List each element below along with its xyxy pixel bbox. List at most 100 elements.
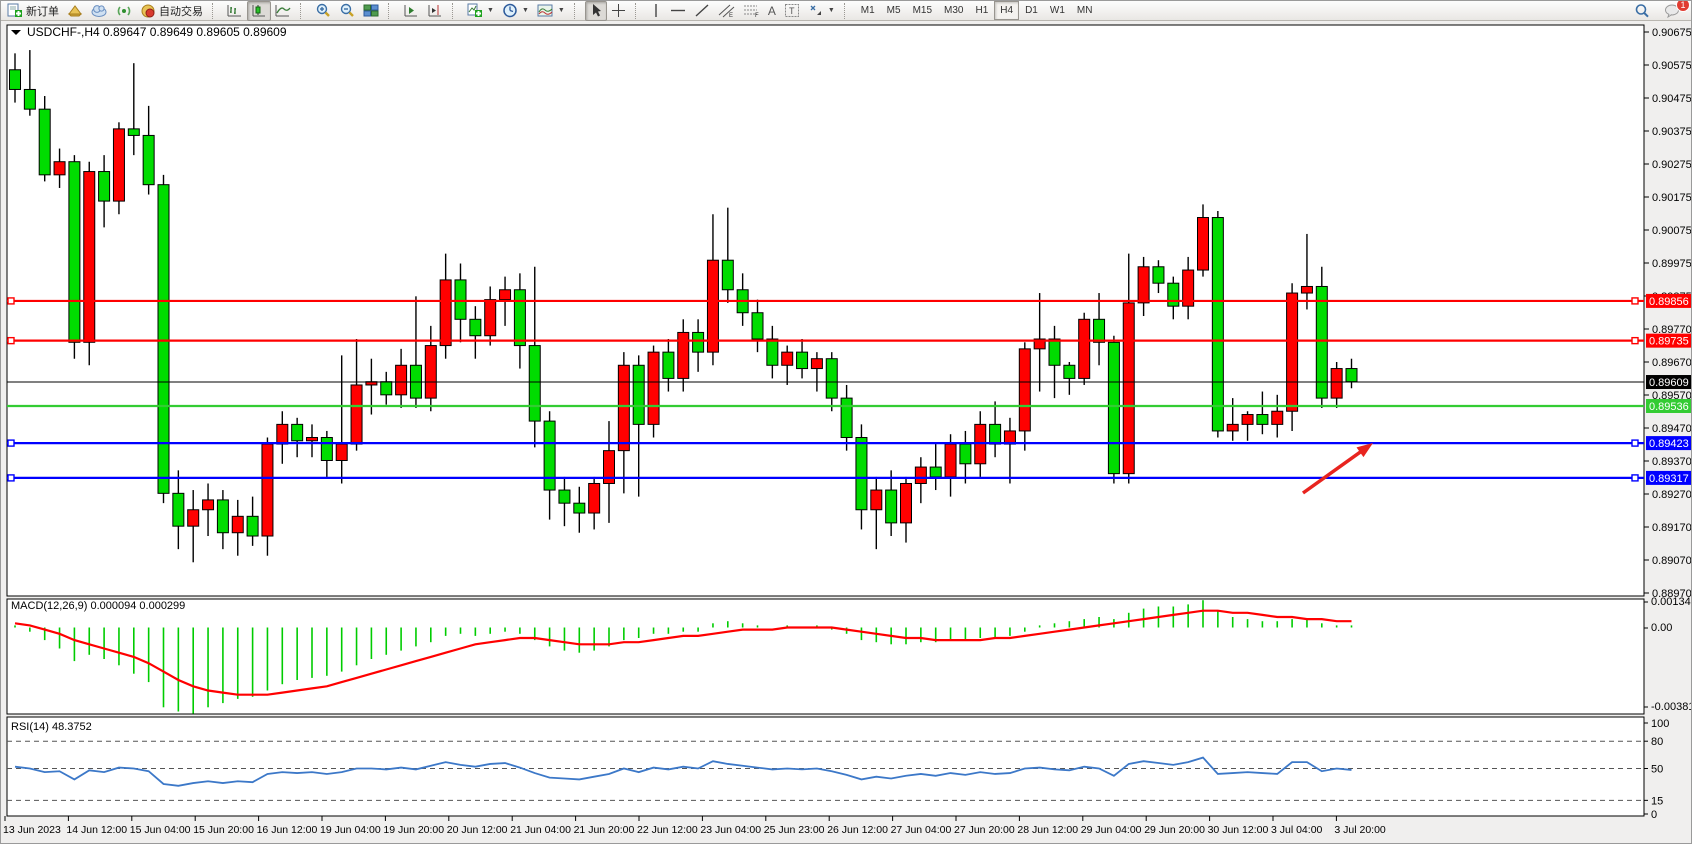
line-handle[interactable] bbox=[8, 440, 14, 446]
zoom-in-button[interactable] bbox=[311, 1, 335, 21]
svg-text:13 Jun 2023: 13 Jun 2023 bbox=[3, 824, 61, 836]
svg-text:0.89370: 0.89370 bbox=[1652, 456, 1692, 468]
candle-body bbox=[217, 500, 228, 533]
toolbar-separator bbox=[300, 3, 308, 19]
chart-shift-button[interactable] bbox=[423, 1, 447, 21]
candle-body bbox=[203, 500, 214, 510]
line-handle[interactable] bbox=[8, 338, 14, 344]
text-tool-icon: A bbox=[768, 4, 776, 18]
candle-body bbox=[1242, 415, 1253, 425]
fibonacci-tool-button[interactable]: F bbox=[739, 1, 764, 21]
bar-chart-icon bbox=[227, 3, 243, 18]
tf-m30-button[interactable]: M30 bbox=[938, 1, 969, 20]
crosshair-tool-button[interactable] bbox=[607, 1, 630, 21]
tf-m15-button[interactable]: M15 bbox=[907, 1, 938, 20]
candle-body bbox=[782, 352, 793, 365]
candle-body bbox=[1331, 369, 1342, 399]
candle-body bbox=[24, 89, 35, 109]
line-handle[interactable] bbox=[8, 475, 14, 481]
svg-text:19 Jun 20:00: 19 Jun 20:00 bbox=[383, 824, 444, 836]
tf-d1-button[interactable]: D1 bbox=[1019, 1, 1044, 20]
horizontal-line-tool-button[interactable] bbox=[666, 1, 690, 21]
line-chart-icon bbox=[275, 3, 291, 18]
candle-body bbox=[99, 172, 110, 202]
tf-m5-button[interactable]: M5 bbox=[881, 1, 907, 20]
arrows-tool-button[interactable]: ▼ bbox=[804, 1, 839, 21]
svg-text:28 Jun 12:00: 28 Jun 12:00 bbox=[1017, 824, 1078, 836]
periods-button[interactable]: ▼ bbox=[498, 1, 533, 21]
candle-body bbox=[915, 467, 926, 483]
svg-text:23 Jun 04:00: 23 Jun 04:00 bbox=[700, 824, 761, 836]
svg-text:21 Jun 04:00: 21 Jun 04:00 bbox=[510, 824, 571, 836]
gold-icon bbox=[67, 3, 83, 18]
candle-body bbox=[856, 438, 867, 510]
text-tool-button[interactable]: A bbox=[764, 1, 780, 21]
svg-text:29 Jun 20:00: 29 Jun 20:00 bbox=[1144, 824, 1205, 836]
line-chart-type-button[interactable] bbox=[271, 1, 295, 21]
candle-body bbox=[1019, 349, 1030, 431]
trendline-tool-button[interactable] bbox=[690, 1, 714, 21]
candle-body bbox=[1153, 267, 1164, 283]
svg-text:20 Jun 12:00: 20 Jun 12:00 bbox=[447, 824, 508, 836]
svg-text:0: 0 bbox=[1651, 809, 1657, 821]
chart-shift-icon bbox=[427, 3, 443, 18]
line-handle[interactable] bbox=[1632, 475, 1638, 481]
signal-button[interactable] bbox=[112, 1, 136, 21]
candle-body bbox=[767, 339, 778, 365]
candle-body bbox=[960, 444, 971, 464]
candle-body bbox=[752, 313, 763, 339]
templates-button[interactable]: ▼ bbox=[533, 1, 569, 21]
tf-m1-button[interactable]: M1 bbox=[855, 1, 881, 20]
auto-scroll-button[interactable] bbox=[399, 1, 423, 21]
svg-text:0.89270: 0.89270 bbox=[1652, 489, 1692, 501]
cursor-tool-button[interactable] bbox=[585, 1, 607, 21]
candle-body bbox=[633, 365, 644, 424]
candle-body bbox=[277, 424, 288, 444]
line-handle[interactable] bbox=[1632, 440, 1638, 446]
candle-body bbox=[871, 490, 882, 510]
vertical-line-tool-button[interactable] bbox=[646, 1, 666, 21]
channel-tool-button[interactable]: E bbox=[714, 1, 739, 21]
candle-body bbox=[425, 346, 436, 399]
svg-text:0.89423: 0.89423 bbox=[1649, 438, 1689, 450]
toolbar-separator bbox=[452, 3, 460, 19]
new-order-icon bbox=[7, 3, 23, 18]
notifications-button[interactable]: 1 bbox=[1660, 1, 1685, 21]
rsi-panel[interactable] bbox=[7, 717, 1644, 816]
new-order-button[interactable]: 新订单 bbox=[3, 1, 63, 21]
line-handle[interactable] bbox=[1632, 298, 1638, 304]
svg-text:19 Jun 04:00: 19 Jun 04:00 bbox=[320, 824, 381, 836]
line-handle[interactable] bbox=[1632, 338, 1638, 344]
line-handle[interactable] bbox=[8, 298, 14, 304]
indicators-button[interactable]: ▼ bbox=[463, 1, 498, 21]
svg-text:0.89609: 0.89609 bbox=[1649, 377, 1689, 389]
svg-text:3 Jul 04:00: 3 Jul 04:00 bbox=[1271, 824, 1323, 836]
chart-area[interactable]: 0.906750.905750.904750.903750.902750.901… bbox=[1, 1, 1692, 844]
tf-mn-button[interactable]: MN bbox=[1071, 1, 1099, 20]
svg-text:0.90375: 0.90375 bbox=[1652, 126, 1692, 138]
candle-body bbox=[678, 332, 689, 378]
auto-trading-label: 自动交易 bbox=[159, 3, 203, 19]
zoom-out-icon bbox=[339, 3, 355, 18]
crosshair-icon bbox=[611, 3, 626, 18]
candlestick-chart-type-button[interactable] bbox=[247, 1, 271, 21]
label-tool-button[interactable]: T bbox=[780, 1, 804, 21]
candle-body bbox=[188, 510, 199, 526]
bar-chart-type-button[interactable] bbox=[223, 1, 247, 21]
chart-title: USDCHF-,H4 0.89647 0.89649 0.89605 0.896… bbox=[11, 25, 287, 39]
candle-body bbox=[1123, 303, 1134, 474]
candle-body bbox=[113, 129, 124, 201]
tf-w1-button[interactable]: W1 bbox=[1044, 1, 1071, 20]
candle-body bbox=[1198, 218, 1209, 271]
tf-h1-button[interactable]: H1 bbox=[969, 1, 994, 20]
candle-body bbox=[514, 290, 525, 346]
cloud-button[interactable] bbox=[87, 1, 112, 21]
tf-h4-button[interactable]: H4 bbox=[994, 1, 1019, 20]
tile-windows-button[interactable] bbox=[359, 1, 383, 21]
svg-text:0.90275: 0.90275 bbox=[1652, 159, 1692, 171]
zoom-out-button[interactable] bbox=[335, 1, 359, 21]
auto-trading-button[interactable]: 自动交易 bbox=[136, 1, 207, 21]
candle-body bbox=[336, 444, 347, 460]
market-watch-button[interactable] bbox=[63, 1, 87, 21]
search-button[interactable] bbox=[1630, 1, 1654, 21]
